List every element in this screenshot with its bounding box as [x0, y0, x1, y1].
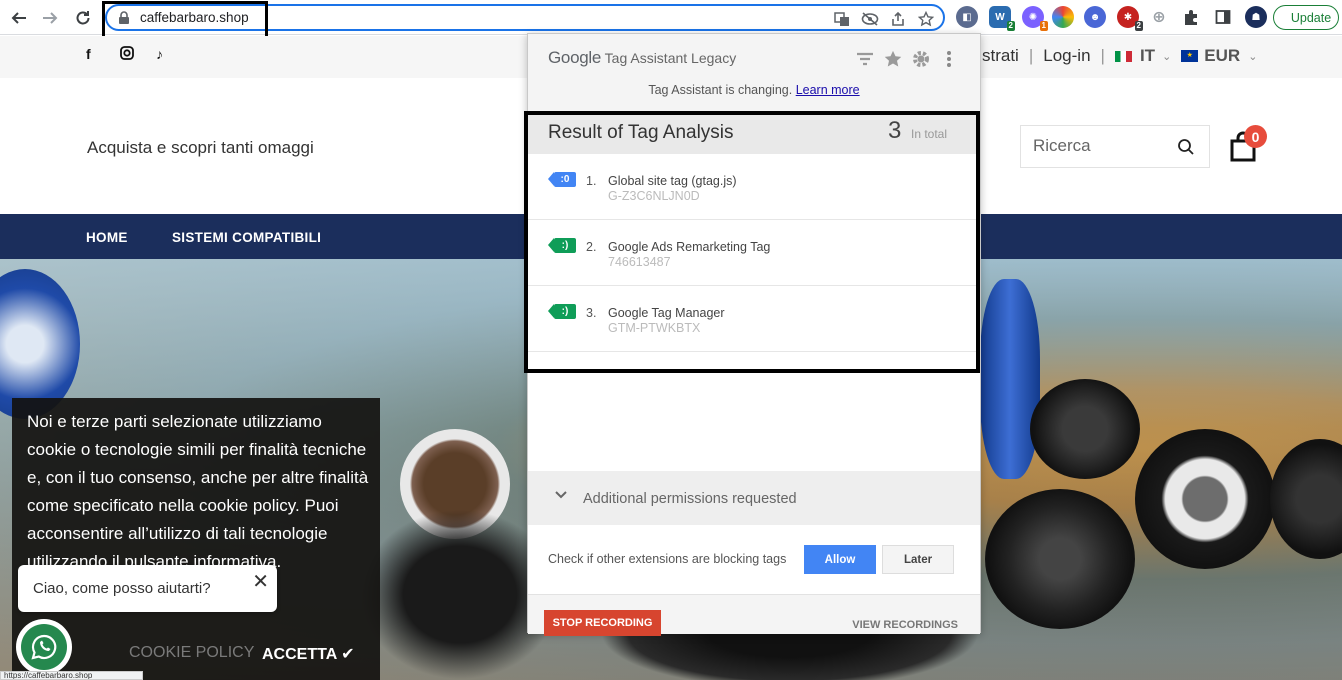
- update-button[interactable]: Update: [1273, 5, 1339, 30]
- color-picker-extension-icon[interactable]: [1052, 6, 1074, 28]
- change-notice: Tag Assistant is changing. Learn more: [528, 83, 980, 97]
- reload-icon: [76, 11, 90, 25]
- stop-recording-button[interactable]: STOP RECORDING: [544, 610, 661, 636]
- language-selector[interactable]: IT: [1140, 46, 1155, 66]
- nav-home[interactable]: HOME: [86, 230, 128, 245]
- cookie-policy-link[interactable]: COOKIE POLICY: [129, 644, 254, 662]
- divider: |: [1028, 46, 1034, 65]
- additional-permissions-bar[interactable]: Additional permissions requested: [528, 471, 980, 525]
- back-arrow-icon: [11, 12, 26, 24]
- popup-title-text: Tag Assistant Legacy: [604, 50, 737, 66]
- star-icon[interactable]: [882, 48, 904, 70]
- status-bar-url: https://caffebarbaro.shop: [0, 671, 143, 680]
- search-input[interactable]: [1033, 136, 1163, 156]
- currency-selector[interactable]: EUR: [1204, 46, 1240, 66]
- profile-avatar[interactable]: ☗: [1245, 6, 1267, 28]
- permissions-label: Additional permissions requested: [583, 491, 797, 507]
- register-link[interactable]: strati: [982, 46, 1019, 66]
- forward-arrow-icon: [43, 12, 58, 24]
- whatsapp-icon: [21, 624, 67, 670]
- capsule-shape: [1135, 429, 1275, 569]
- bookmark-star-icon[interactable]: [915, 8, 937, 30]
- capsule-shape: [980, 279, 1040, 479]
- capsule-shape: [1030, 379, 1140, 479]
- search-icon[interactable]: [1177, 138, 1195, 156]
- extension-icon-w[interactable]: W2: [989, 6, 1015, 31]
- later-button[interactable]: Later: [882, 545, 954, 574]
- extension-icon-spark[interactable]: ✺ 1: [1022, 6, 1048, 31]
- update-dot: [1273, 5, 1283, 30]
- close-icon[interactable]: ✕: [252, 569, 269, 594]
- view-recordings-link[interactable]: VIEW RECORDINGS: [852, 619, 958, 631]
- share-icon[interactable]: [887, 8, 909, 30]
- extension-badge: 2: [1134, 21, 1143, 31]
- translate-icon[interactable]: [831, 8, 853, 30]
- italy-flag-icon: [1114, 50, 1132, 62]
- blocking-check-text: Check if other extensions are blocking t…: [548, 552, 787, 566]
- filter-icon[interactable]: [854, 48, 876, 70]
- facebook-icon[interactable]: f: [86, 46, 91, 62]
- whatsapp-chat-button[interactable]: [16, 619, 72, 675]
- learn-more-link[interactable]: Learn more: [796, 83, 860, 97]
- eye-off-icon[interactable]: [859, 8, 881, 30]
- chevron-down-icon: ⌄: [1248, 50, 1258, 63]
- extension-icon-face[interactable]: ☻: [1084, 6, 1106, 28]
- tiktok-icon[interactable]: ♪: [156, 46, 163, 62]
- google-logo: Google: [548, 48, 602, 67]
- instagram-icon[interactable]: [120, 46, 134, 63]
- cookie-accept-button[interactable]: ACCETTA ✔: [262, 644, 355, 664]
- allow-button[interactable]: Allow: [804, 545, 876, 574]
- eu-flag-icon: ★: [1181, 50, 1199, 62]
- top-links: strati | Log-in | IT ⌄ ★ EUR ⌄: [982, 46, 1257, 66]
- chat-prompt-bubble[interactable]: Ciao, come posso aiutarti? ✕: [18, 565, 277, 612]
- chat-prompt-text: Ciao, come posso aiutarti?: [33, 580, 211, 597]
- chevron-down-icon: [555, 491, 567, 499]
- reload-button[interactable]: [70, 5, 96, 31]
- popup-header: Google Tag Assistant Legacy Tag Assistan…: [528, 34, 980, 114]
- extension-badge: 2: [1006, 21, 1015, 31]
- notice-text: Tag Assistant is changing.: [648, 83, 793, 97]
- extension-icon-red[interactable]: ✱ 2: [1117, 6, 1143, 31]
- nav-compatible-systems[interactable]: SISTEMI COMPATIBILI: [172, 230, 321, 245]
- more-vert-icon[interactable]: [938, 48, 960, 70]
- forward-button[interactable]: [37, 5, 63, 31]
- popup-footer: STOP RECORDING VIEW RECORDINGS: [528, 594, 980, 636]
- cookie-message: Noi e terze parti selezionate utilizziam…: [27, 412, 369, 571]
- search-box[interactable]: [1020, 125, 1210, 168]
- cookie-text: Noi e terze parti selezionate utilizziam…: [27, 408, 372, 576]
- tagline: Acquista e scopri tanti omaggi: [87, 138, 314, 157]
- result-highlight-box: [524, 111, 980, 373]
- back-button[interactable]: [6, 5, 32, 31]
- globe-extension-icon[interactable]: ⊕: [1148, 6, 1170, 28]
- tag-assistant-extension-icon[interactable]: ◧: [956, 6, 978, 28]
- update-label: Update: [1290, 10, 1332, 25]
- login-link[interactable]: Log-in: [1043, 46, 1090, 66]
- chevron-down-icon: ⌄: [1162, 50, 1172, 63]
- side-panel-icon[interactable]: [1212, 6, 1234, 28]
- cart-count-badge: 0: [1244, 125, 1267, 148]
- popup-actions: [854, 48, 960, 70]
- extension-badge: 1: [1039, 21, 1048, 31]
- gear-icon[interactable]: [910, 48, 932, 70]
- divider: |: [1100, 46, 1105, 65]
- popup-title: Google Tag Assistant Legacy: [548, 48, 736, 68]
- capsule-shape: [985, 489, 1135, 629]
- puzzle-extensions-icon[interactable]: [1180, 6, 1202, 28]
